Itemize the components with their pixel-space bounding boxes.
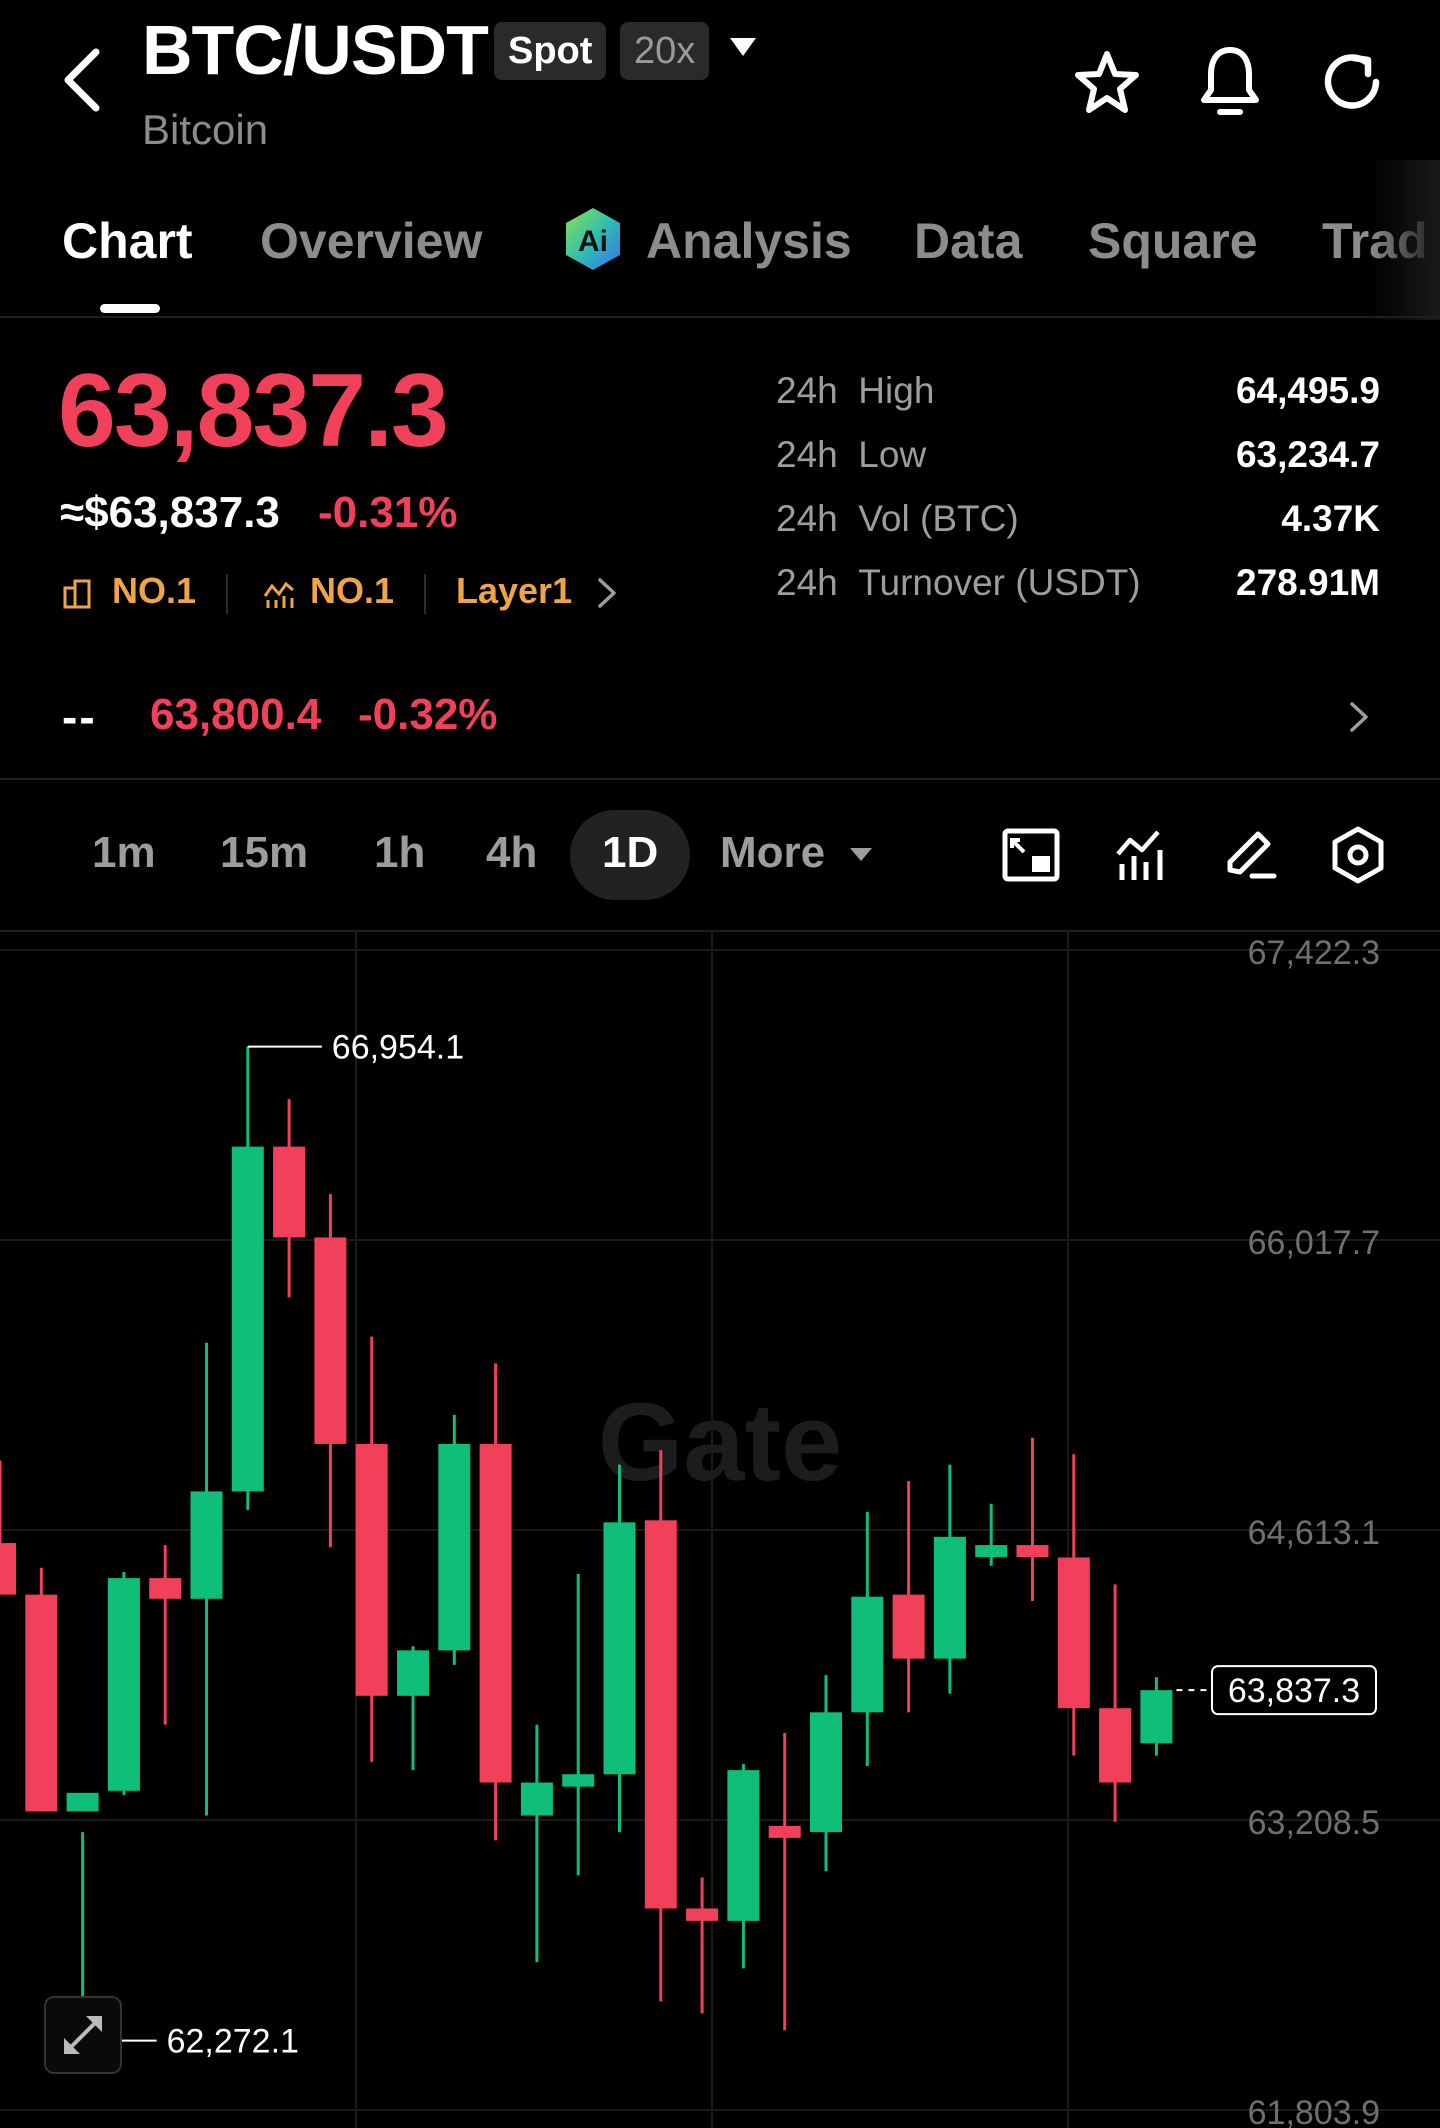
candle-body <box>1099 1708 1132 1783</box>
pair-title[interactable]: BTC/USDT <box>142 10 489 90</box>
candle-body <box>975 1545 1008 1558</box>
candle-body <box>25 1594 58 1812</box>
stat-low-label: 24h Low <box>776 434 927 475</box>
timeframe-1h[interactable]: 1h <box>374 828 425 878</box>
pair-dropdown-caret-icon[interactable] <box>728 36 758 60</box>
candle-body <box>562 1774 595 1787</box>
usd-price: ≈$63,837.3 <box>60 488 280 537</box>
price-tick-label: 64,613.1 <box>1248 1514 1380 1552</box>
stat-high-value: 64,495.9 <box>1235 370 1380 411</box>
price-tick-label: 63,208.5 <box>1248 1804 1380 1842</box>
star-icon[interactable] <box>1072 48 1142 118</box>
candle-body <box>149 1578 182 1599</box>
trend-rank[interactable]: NO.1 <box>310 570 394 612</box>
stat-turnover-label: 24h Turnover (USDT) <box>776 562 1141 603</box>
stat-turnover-value: 278.91M <box>1236 562 1380 603</box>
chevron-right-icon[interactable] <box>1346 700 1372 734</box>
gate-watermark: Gate <box>598 1381 843 1504</box>
candle-body <box>851 1596 884 1713</box>
candle-body <box>273 1146 306 1238</box>
timeframe-15m[interactable]: 15m <box>220 828 308 878</box>
stat-low-value: 63,234.7 <box>1235 434 1380 475</box>
market-type-badge: Spot <box>494 22 607 80</box>
candle-body <box>1016 1545 1049 1558</box>
category-tag[interactable]: Layer1 <box>456 570 572 612</box>
candle-body <box>314 1237 347 1444</box>
pencil-icon[interactable] <box>1222 826 1278 882</box>
bell-icon[interactable] <box>1198 44 1262 118</box>
price-tick-label: 61,803.9 <box>1248 2094 1380 2128</box>
price-tick-label: 67,422.3 <box>1248 934 1380 972</box>
change-percent: -0.31% <box>318 488 458 537</box>
candle-body <box>644 1520 677 1909</box>
candle-body <box>520 1782 553 1816</box>
timeframe-1d[interactable]: 1D <box>602 828 658 878</box>
candle-body <box>933 1536 966 1659</box>
active-tab-indicator <box>100 304 160 313</box>
candle-body <box>0 1543 16 1595</box>
candle-body <box>438 1443 471 1651</box>
candle-body <box>231 1146 264 1492</box>
stat-volume-value: 4.37K <box>1281 498 1380 539</box>
candle-body <box>397 1650 429 1696</box>
candle-body <box>686 1908 719 1921</box>
tab-square[interactable]: Square <box>1088 212 1258 270</box>
price-tick-label: 66,017.7 <box>1248 1224 1380 1262</box>
tab-data[interactable]: Data <box>914 212 1022 270</box>
stat-high-label: 24h High <box>776 370 935 411</box>
tab-analysis[interactable]: Analysis <box>646 212 852 270</box>
svg-text:Ai: Ai <box>578 225 608 258</box>
divider <box>0 316 1440 318</box>
candle-body <box>190 1491 223 1599</box>
price-axis: 67,422.3 66,017.7 64,613.1 63,208.5 61,803.9 <box>1248 934 1380 2128</box>
high-price-label: 66,954.1 <box>332 1029 464 1067</box>
candle-body <box>603 1522 636 1775</box>
last-price: 63,837.3 <box>58 353 449 469</box>
timeframe-1m[interactable]: 1m <box>92 828 156 878</box>
candle-body <box>479 1443 512 1783</box>
divider <box>0 778 1440 780</box>
candle-body <box>1140 1690 1173 1744</box>
low-price-label: 62,272.1 <box>167 2023 299 2061</box>
candle-body <box>355 1443 388 1696</box>
candles <box>0 1046 1173 2041</box>
chevron-right-icon[interactable] <box>594 576 620 610</box>
candle-body <box>1057 1557 1090 1709</box>
back-arrow-icon[interactable] <box>56 44 112 116</box>
tab-overview[interactable]: Overview <box>260 212 482 270</box>
candle-body <box>107 1578 140 1791</box>
candlestick-chart[interactable]: Gate 67,422.3 66,017.7 64,613.1 63,208.5 61,… <box>0 930 1440 2128</box>
candle-body <box>768 1825 801 1838</box>
mark-price-placeholder: -- <box>62 691 97 743</box>
timeframe-more-button[interactable]: More <box>720 828 825 878</box>
indicators-icon[interactable] <box>1114 828 1170 882</box>
tab-scroll-fade <box>1370 160 1440 320</box>
market-cap-rank[interactable]: NO.1 <box>112 570 196 612</box>
leverage-badge: 20x <box>620 22 710 80</box>
candle-body <box>892 1594 925 1659</box>
caret-down-icon[interactable] <box>848 846 874 864</box>
refresh-icon[interactable] <box>1318 48 1386 116</box>
index-price: 63,800.4 <box>150 690 322 739</box>
candle-body <box>727 1770 760 1921</box>
ai-analysis-icon: Ai <box>566 208 620 270</box>
fullscreen-button[interactable] <box>44 1996 122 2074</box>
trend-rank-icon <box>263 581 294 608</box>
indicator-window-icon[interactable] <box>1002 828 1060 882</box>
current-price-label: 63,837.3 <box>1228 1672 1360 1710</box>
coin-name: Bitcoin <box>142 106 269 153</box>
candle-body <box>66 1792 99 1812</box>
market-cap-rank-icon <box>63 579 91 609</box>
separator <box>424 574 426 614</box>
candle-body <box>810 1712 842 1833</box>
separator <box>226 574 228 614</box>
expand-icon <box>64 2016 102 2054</box>
stat-volume-label: 24h Vol (BTC) <box>776 498 1019 539</box>
timeframe-4h[interactable]: 4h <box>486 828 537 878</box>
tab-chart[interactable]: Chart <box>62 212 193 270</box>
index-change-percent: -0.32% <box>358 690 498 739</box>
settings-icon[interactable] <box>1330 826 1386 884</box>
